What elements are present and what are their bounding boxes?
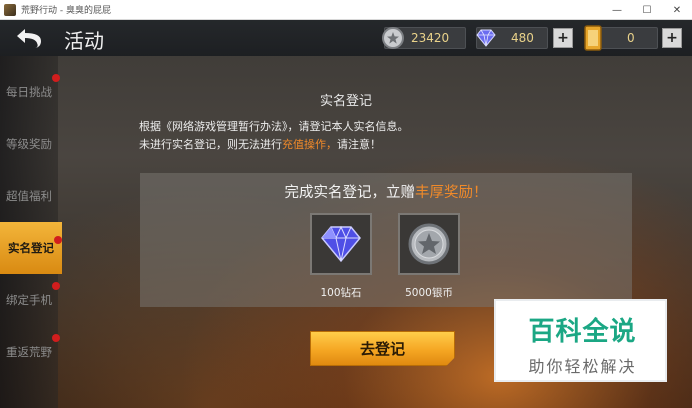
silver-amount: 23420 — [411, 31, 450, 45]
notice-text: 请注意！ — [337, 138, 381, 151]
diamond-balance: 480 — [476, 27, 548, 49]
close-button[interactable]: ✕ — [662, 0, 692, 20]
silver-coin-icon — [382, 27, 404, 49]
ticket-card-icon — [584, 25, 602, 51]
sidebar-item-label: 绑定手机 — [6, 293, 52, 307]
reward-panel: 完成实名登记，立赠丰厚奖励！ 100钻石 5000银币 — [140, 173, 632, 307]
watermark-subtitle: 助你轻松解决 — [528, 357, 637, 376]
sidebar-item-level-rewards[interactable]: 等级奖励 — [0, 118, 58, 170]
reward-title: 完成实名登记，立赠丰厚奖励！ — [140, 181, 632, 202]
sidebar-item-label: 等级奖励 — [6, 137, 52, 151]
notification-dot — [54, 236, 62, 244]
back-button[interactable] — [12, 24, 46, 52]
notice-line-1: 根据《网络游戏管理暂行办法》，请登记本人实名信息。 — [139, 120, 409, 133]
reward-item-silver — [398, 213, 460, 275]
add-tickets-button[interactable]: + — [662, 28, 682, 48]
silver-balance: 23420 — [382, 27, 466, 49]
page-title: 活动 — [64, 29, 104, 53]
sidebar-item-bind-phone[interactable]: 绑定手机 — [0, 274, 60, 326]
back-arrow-icon — [17, 29, 41, 48]
notice-line-2: 未进行实名登记，则无法进行充值操作，请注意！ — [139, 136, 381, 152]
section-heading: 实名登记 — [319, 94, 372, 109]
sidebar-item-real-name[interactable]: 实名登记 — [0, 222, 62, 274]
notification-dot — [52, 74, 60, 82]
ticket-amount: 0 — [627, 31, 635, 45]
reward-label-silver: 5000银币 — [405, 287, 453, 299]
diamond-icon — [476, 29, 496, 47]
app-icon — [4, 3, 16, 16]
window-title-bar: 荒野行动 - 臭臭的屁屁 — ☐ ✕ — [0, 0, 692, 20]
window-title: 荒野行动 - 臭臭的屁屁 — [21, 6, 111, 16]
notice-text: 未进行实名登记，则无法进行 — [139, 138, 282, 151]
window-controls: — ☐ ✕ — [602, 0, 692, 20]
notification-dot — [52, 334, 60, 342]
sidebar-item-return[interactable]: 重返荒野 — [0, 326, 60, 378]
watermark-title: 百科全说 — [528, 317, 637, 347]
game-screen: 活动 23420 480 + 0 + 每日挑战 等级奖励 超值福利 实名登记 绑… — [0, 20, 692, 408]
minimize-button[interactable]: — — [602, 0, 632, 20]
reward-title-text: 完成实名登记，立赠 — [284, 185, 416, 201]
register-button[interactable]: 去登记 — [310, 331, 455, 366]
notice-highlight: 充值操作， — [282, 138, 337, 151]
reward-label-diamonds: 100钻石 — [320, 287, 362, 299]
sidebar-item-label: 实名登记 — [8, 241, 54, 255]
sidebar-item-label: 重返荒野 — [6, 345, 52, 359]
silver-coin-icon — [408, 223, 450, 265]
diamond-icon — [321, 225, 361, 263]
top-bar: 活动 23420 480 + 0 + — [0, 20, 692, 56]
sidebar-item-label: 超值福利 — [6, 189, 52, 203]
reward-item-diamonds — [310, 213, 372, 275]
reward-title-highlight: 丰厚奖励！ — [415, 185, 488, 201]
notification-dot — [52, 282, 60, 290]
add-diamonds-button[interactable]: + — [553, 28, 573, 48]
sidebar-item-value-benefits[interactable]: 超值福利 — [0, 170, 58, 222]
diamond-amount: 480 — [511, 31, 534, 45]
maximize-button[interactable]: ☐ — [632, 0, 662, 20]
ticket-balance: 0 — [584, 25, 658, 51]
watermark-logo: 百科全说 助你轻松解决 — [494, 299, 667, 382]
